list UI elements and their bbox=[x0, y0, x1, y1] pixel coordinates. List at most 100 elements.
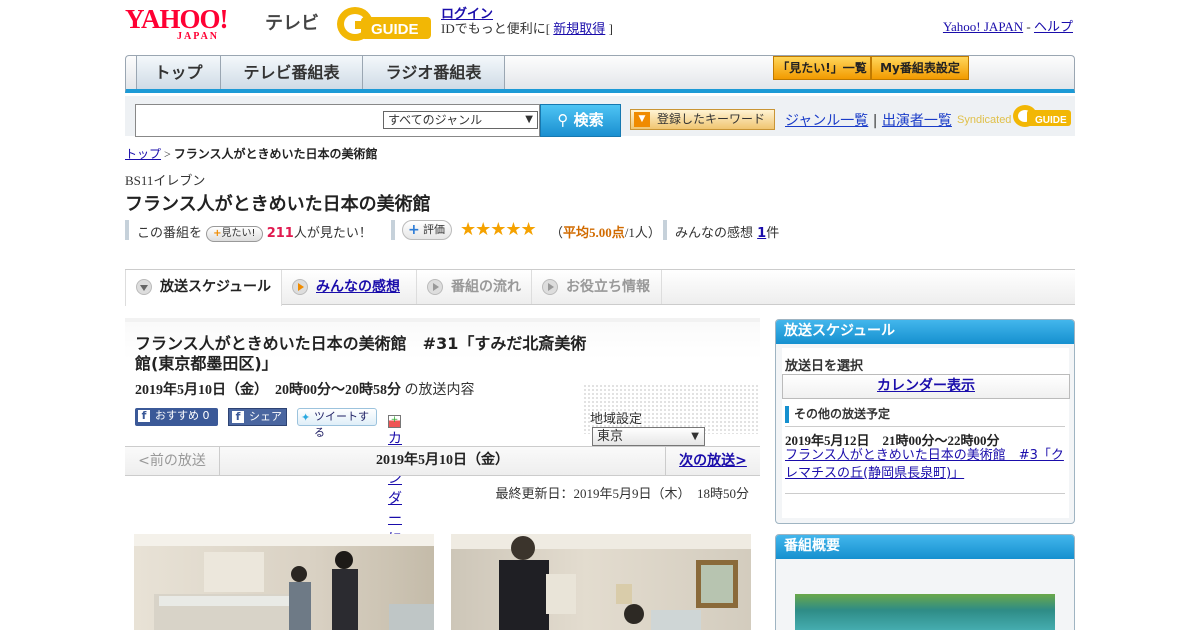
gguide-logo[interactable]: GUIDE bbox=[335, 5, 433, 43]
signup-link[interactable]: 新規取得 bbox=[553, 21, 605, 36]
header: YAHOO! JAPAN テレビ GUIDE ログイン IDでもっと便利に[ 新… bbox=[125, 4, 1075, 50]
region-select-value: 東京 bbox=[597, 429, 624, 444]
facebook-icon: f bbox=[138, 410, 150, 422]
nav-tab-top[interactable]: トップ bbox=[136, 56, 221, 89]
mitai-count: 211 bbox=[266, 226, 294, 241]
episode-datetime-value: 2019年5月10日（金） 20時00分～20時58分 bbox=[135, 383, 401, 398]
episode-title: フランス人がときめいた日本の美術館 #31「すみだ北斎美術館(東京都墨田区)」 bbox=[135, 334, 587, 373]
facebook-share-label: シェア bbox=[249, 410, 282, 423]
divider bbox=[391, 220, 395, 240]
tab-kansou[interactable]: みんなの感想 bbox=[282, 270, 417, 304]
tab-info: お役立ち情報 bbox=[532, 270, 662, 304]
gallery-scene-image bbox=[134, 534, 434, 630]
search-bar: すべてのジャンル ▼ ⚲ 検索 ▼ 登録したキーワード ジャンル一覧 | 出演者… bbox=[125, 96, 1075, 137]
rating-average: （平均5.00点/1人） bbox=[550, 222, 661, 241]
mitai-prefix: この番組を bbox=[137, 226, 203, 241]
star-rating: ★★★★★ bbox=[460, 219, 537, 240]
region-setting: 地域設定 東京 ▼ bbox=[590, 408, 705, 446]
twitter-bird-icon: ✦ bbox=[301, 411, 311, 424]
performer-list-link[interactable]: 出演者一覧 bbox=[882, 113, 952, 129]
broadcast-pager: <前の放送 2019年5月10日（金） 次の放送> bbox=[125, 446, 760, 476]
sidebar-schedule-title: 放送スケジュール bbox=[776, 320, 1074, 344]
search-button[interactable]: ⚲ 検索 bbox=[540, 104, 621, 137]
sidebar-overview: 番組概要 bbox=[775, 534, 1075, 630]
registered-keyword-button[interactable]: ▼ 登録したキーワード bbox=[630, 109, 775, 130]
channel-name: BS11イレブン bbox=[125, 173, 206, 188]
mitai-button-label: 見たい! bbox=[221, 228, 256, 239]
nav-tab-radio-schedule[interactable]: ラジオ番組表 bbox=[363, 56, 505, 89]
syndicated-label: Syndicated bbox=[957, 114, 1011, 126]
facebook-icon: f bbox=[232, 411, 244, 423]
other-schedule-link[interactable]: フランス人がときめいた日本の美術館 #3「クレマチスの丘(静岡県長泉町)」 bbox=[785, 447, 1065, 483]
search-links: ジャンル一覧 | 出演者一覧 bbox=[785, 110, 952, 130]
genre-select-value: すべてのジャンル bbox=[388, 113, 483, 127]
search-links-divider: | bbox=[872, 113, 878, 129]
syndicated-gguide-logo: Syndicated GUIDE bbox=[957, 105, 1071, 127]
rating-average-value: 平均5.00点 bbox=[563, 225, 625, 240]
login-note-prefix: IDでもっと便利に[ bbox=[441, 21, 551, 36]
plus-icon: + bbox=[213, 228, 222, 239]
play-arrow-icon bbox=[292, 279, 308, 295]
page-title: フランス人がときめいた日本の美術館 bbox=[125, 194, 431, 215]
kansou-summary: みんなの感想 1件 bbox=[675, 222, 779, 241]
arrow-down-icon: ▼ bbox=[634, 112, 650, 127]
my-bangumi-button[interactable]: My番組表設定 bbox=[871, 56, 969, 80]
kansou-count-link[interactable]: 1 bbox=[757, 226, 766, 241]
facebook-share-button[interactable]: f シェア bbox=[228, 408, 287, 426]
chevron-down-icon bbox=[136, 279, 152, 295]
genre-select[interactable]: すべてのジャンル ▼ bbox=[383, 111, 538, 129]
facebook-recommend-button[interactable]: f おすすめ 0 bbox=[135, 408, 218, 426]
rating-count: /1人） bbox=[624, 225, 661, 240]
sidebar-schedule-body: 放送日を選択 カレンダー表示 その他の放送予定 2019年5月12日 21時00… bbox=[782, 348, 1070, 518]
gallery-scene-image bbox=[451, 534, 751, 630]
episode-photo bbox=[134, 534, 434, 630]
sidebar-overview-title: 番組概要 bbox=[776, 535, 1074, 559]
play-arrow-icon bbox=[542, 279, 558, 295]
dropdown-arrow-icon: ▼ bbox=[525, 114, 533, 125]
tweet-label: ツイートする bbox=[314, 410, 369, 439]
prev-broadcast: <前の放送 bbox=[125, 447, 220, 475]
breadcrumb-top-link[interactable]: トップ bbox=[125, 147, 161, 161]
overview-image bbox=[795, 594, 1055, 630]
mitai-suffix: 人が見たい！ bbox=[293, 226, 372, 241]
global-nav: トップ テレビ番組表 ラジオ番組表 「見たい!」一覧 My番組表設定 bbox=[125, 55, 1075, 93]
divider bbox=[125, 220, 129, 240]
program-tabs: 放送スケジュール みんなの感想 番組の流れ お役立ち情報 bbox=[125, 269, 1075, 306]
genre-list-link[interactable]: ジャンル一覧 bbox=[785, 113, 868, 129]
rating-button[interactable]: + 評価 bbox=[402, 220, 452, 240]
tweet-button[interactable]: ✦ ツイートする bbox=[297, 408, 377, 439]
kansou-prefix: みんなの感想 bbox=[675, 226, 754, 241]
calendar-display-button[interactable]: カレンダー表示 bbox=[782, 374, 1070, 399]
mitai-area: この番組を +見たい! 211人が見たい！ bbox=[137, 222, 372, 242]
logo-text: YAHOO! bbox=[125, 4, 229, 34]
section-label: テレビ bbox=[265, 13, 319, 34]
tab-info-label: お役立ち情報 bbox=[566, 279, 650, 295]
login-link[interactable]: ログイン bbox=[441, 6, 493, 21]
mitai-list-button[interactable]: 「見たい!」一覧 bbox=[773, 56, 871, 80]
facebook-recommend-label: おすすめ 0 bbox=[155, 409, 210, 422]
breadcrumb-separator: > bbox=[164, 147, 171, 161]
next-broadcast-link[interactable]: 次の放送> bbox=[665, 447, 760, 475]
pager-date: 2019年5月10日（金） bbox=[376, 453, 509, 468]
tab-kansou-label: みんなの感想 bbox=[316, 279, 400, 295]
calendar-icon: + bbox=[388, 415, 401, 428]
tab-flow: 番組の流れ bbox=[417, 270, 532, 304]
tab-schedule[interactable]: 放送スケジュール bbox=[125, 270, 282, 306]
mitai-button[interactable]: +見たい! bbox=[206, 226, 263, 242]
region-label: 地域設定 bbox=[590, 412, 643, 427]
yahoo-japan-logo[interactable]: YAHOO! JAPAN bbox=[125, 4, 229, 42]
other-schedule-label: その他の放送予定 bbox=[785, 406, 890, 423]
registered-keyword-label: 登録したキーワード bbox=[657, 112, 766, 126]
rating-open: （ bbox=[550, 225, 564, 240]
nav-tab-tv-schedule[interactable]: テレビ番組表 bbox=[221, 56, 363, 89]
help-link[interactable]: ヘルプ bbox=[1034, 19, 1073, 34]
episode-panel: フランス人がときめいた日本の美術館 #31「すみだ北斎美術館(東京都墨田区)」 … bbox=[125, 318, 760, 587]
yahoo-japan-link[interactable]: Yahoo! JAPAN bbox=[943, 19, 1023, 34]
search-button-label: 検索 bbox=[573, 111, 604, 129]
episode-photo bbox=[451, 534, 751, 630]
date-select-label: 放送日を選択 bbox=[785, 359, 864, 374]
login-note-suffix: ] bbox=[608, 21, 613, 36]
last-updated: 最終更新日：2019年5月9日（木） 18時50分 bbox=[495, 486, 749, 501]
sidebar-schedule: 放送スケジュール 放送日を選択 カレンダー表示 その他の放送予定 2019年5月… bbox=[775, 319, 1075, 524]
region-select[interactable]: 東京 ▼ bbox=[592, 427, 705, 446]
